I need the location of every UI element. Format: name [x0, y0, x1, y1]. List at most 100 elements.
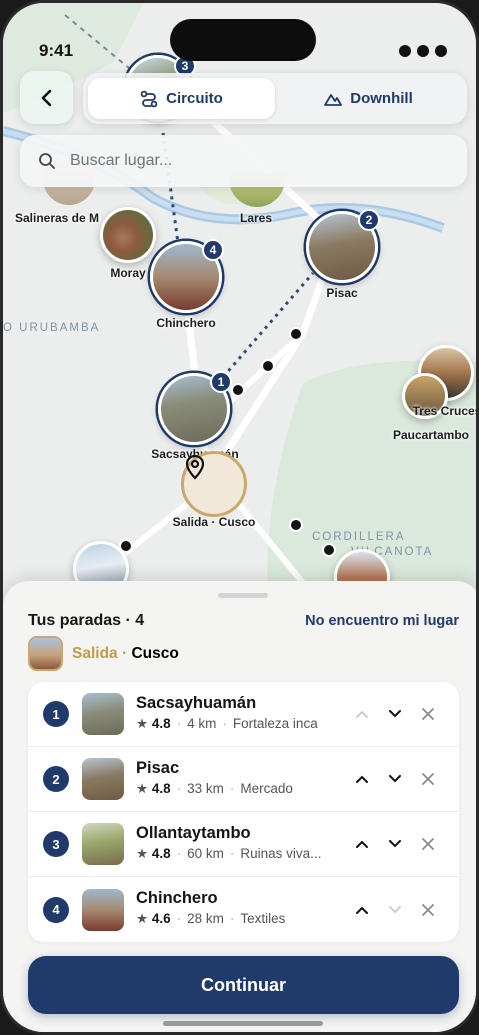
stop-distance: 4 km: [187, 716, 217, 731]
continue-button[interactable]: Continuar: [28, 956, 459, 1014]
back-button[interactable]: [20, 71, 73, 124]
pin-badge-pisac: 2: [358, 209, 380, 231]
close-icon: [422, 773, 434, 785]
remove-stop-button[interactable]: [417, 899, 439, 921]
route-icon: [140, 90, 158, 107]
sheet-title: Tus paradas · 4: [28, 612, 145, 629]
move-up-button[interactable]: [351, 703, 373, 725]
map-waypoint-dot[interactable]: [231, 383, 245, 397]
close-icon: [422, 903, 434, 916]
chevron-down-icon: [389, 905, 401, 913]
stop-category: Fortaleza inca: [232, 716, 318, 731]
tab-circuito-label: Circuito: [166, 90, 223, 107]
stop-thumbnail: [82, 823, 124, 865]
map-label-pisac: Pisac: [326, 286, 358, 300]
map-origin-marker[interactable]: [181, 451, 247, 517]
origin-text: Salida · Cusco: [72, 645, 179, 663]
location-pin-icon: [185, 454, 205, 480]
stop-category: Textiles: [240, 911, 286, 926]
stop-category: Mercado: [240, 781, 293, 796]
home-indicator: [163, 1021, 323, 1026]
map-label-chinchero: Chinchero: [156, 316, 216, 330]
stop-number: 1: [43, 701, 69, 727]
remove-stop-button[interactable]: [417, 703, 439, 725]
remove-stop-button[interactable]: [417, 833, 439, 855]
stop-row: 4 Chinchero ★ 4.6 · 28 km · Textiles: [28, 877, 459, 942]
map-label-lares: Lares: [239, 211, 273, 225]
map-waypoint-dot[interactable]: [289, 518, 303, 532]
status-indicators: [399, 45, 447, 57]
move-down-button[interactable]: [384, 899, 406, 921]
chevron-down-icon: [389, 775, 401, 783]
chevron-up-icon: [356, 840, 368, 848]
mountain-icon: [324, 93, 343, 106]
stop-rating: 4.8: [151, 716, 171, 731]
tab-downhill-label: Downhill: [350, 90, 413, 107]
pin-badge-chinchero: 4: [202, 239, 224, 261]
chevron-up-icon: [356, 906, 368, 914]
stops-list: 1 Sacsayhuamán ★ 4.8 · 4 km · Fortaleza inca…: [28, 682, 459, 942]
move-down-button[interactable]: [384, 833, 406, 855]
pin-badge-sacsayhuaman: 1: [210, 371, 232, 393]
stop-number: 3: [43, 831, 69, 857]
search-icon: [39, 153, 55, 169]
origin-city: Cusco: [131, 644, 179, 662]
stop-category: Ruinas viva...: [240, 846, 322, 861]
origin-separator: ·: [117, 644, 132, 662]
stop-thumbnail: [82, 693, 124, 735]
origin-thumbnail: [28, 636, 63, 671]
search-input[interactable]: [70, 152, 430, 170]
map-pin-moray[interactable]: [100, 207, 156, 263]
move-up-button[interactable]: [351, 899, 373, 921]
map-label-paucartambo: Paucartambo: [392, 428, 470, 442]
not-found-link[interactable]: No encuentro mi lugar: [305, 613, 459, 629]
map-waypoint-dot[interactable]: [289, 327, 303, 341]
stop-rating: 4.6: [151, 911, 171, 926]
dynamic-island: [170, 19, 316, 61]
move-up-button[interactable]: [351, 768, 373, 790]
move-down-button[interactable]: [384, 703, 406, 725]
status-time: 9:41: [39, 41, 74, 60]
chevron-down-icon: [389, 710, 401, 718]
sheet-grabber[interactable]: [218, 593, 268, 598]
stop-name: Ollantaytambo: [136, 824, 251, 842]
tab-circuito[interactable]: Circuito: [88, 78, 275, 119]
search-bar[interactable]: [20, 135, 467, 187]
stop-rating: 4.8: [151, 781, 171, 796]
move-down-button[interactable]: [384, 768, 406, 790]
map-waypoint-dot[interactable]: [261, 359, 275, 373]
stops-sheet: Tus paradas · 4 No encuentro mi lugar Sa…: [3, 581, 476, 1032]
stop-thumbnail: [82, 758, 124, 800]
stop-name: Sacsayhuamán: [136, 694, 257, 712]
mode-segmented-control: Circuito Downhill: [83, 73, 467, 124]
stop-number: 2: [43, 766, 69, 792]
stop-row: 3 Ollantaytambo ★ 4.8 · 60 km · Ruinas viva.…: [28, 812, 459, 877]
close-icon: [422, 708, 434, 720]
stop-name: Pisac: [136, 759, 180, 777]
stop-distance: 33 km: [187, 781, 224, 796]
map-waypoint-dot[interactable]: [322, 543, 336, 557]
chevron-up-icon: [356, 775, 368, 783]
chevron-up-icon: [356, 710, 368, 718]
map-label-moray: Moray: [110, 266, 146, 280]
map-label-tres-cruces: Tres Cruces: [412, 404, 479, 418]
tab-downhill[interactable]: Downhill: [275, 78, 462, 119]
stop-thumbnail: [82, 888, 124, 931]
stop-distance: 28 km: [187, 911, 224, 926]
move-up-button[interactable]: [351, 833, 373, 855]
origin-prefix: Salida: [72, 644, 118, 662]
remove-stop-button[interactable]: [417, 768, 439, 790]
origin-row: Salida · Cusco: [28, 636, 179, 671]
phone-screen: O URUBAMBA CORDILLERA VILCANOTA 3 Saline…: [0, 0, 479, 1035]
stop-distance: 60 km: [187, 846, 224, 861]
region-label-cordillera: CORDILLERA: [312, 531, 406, 543]
stop-number: 4: [43, 896, 69, 923]
stop-name: Chinchero: [136, 889, 218, 907]
close-icon: [422, 838, 434, 850]
stop-row: 2 Pisac ★ 4.8 · 33 km · Mercado: [28, 747, 459, 812]
region-label-urubamba: O URUBAMBA: [3, 322, 101, 334]
map-label-origin: Salida · Cusco: [172, 515, 256, 529]
map-label-salineras: Salineras de M: [14, 211, 100, 225]
chevron-down-icon: [389, 840, 401, 848]
stop-rating: 4.8: [151, 846, 171, 861]
